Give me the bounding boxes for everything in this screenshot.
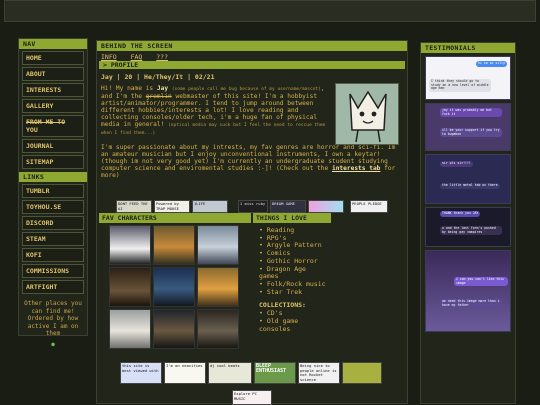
nav-journal[interactable]: JOURNAL bbox=[22, 139, 84, 153]
tab-faq[interactable]: FAQ bbox=[131, 53, 143, 61]
collections-title: COLLECTIONS: bbox=[259, 301, 306, 310]
link-toyhouse[interactable]: TOYHOU.SE bbox=[22, 200, 84, 214]
testimonial-screenshot: jay it was probably me but fuck it ill b… bbox=[425, 103, 511, 151]
badge-88x31[interactable]: DONT FEED THE AI bbox=[116, 200, 152, 213]
link-discord[interactable]: DISCORD bbox=[22, 216, 84, 230]
bio-paragraph-2: I'm super passionate about my intrests, … bbox=[97, 142, 407, 181]
chat-bubble: sir pls sir!!!! bbox=[440, 161, 473, 167]
chat-bubble: THANK thank you JAY bbox=[440, 211, 481, 217]
bio-name: Jay bbox=[156, 85, 169, 92]
bio-paragraph-1: Hi! My name is Jay (some people call me … bbox=[97, 83, 333, 139]
chat-bubble: i can you can't like this image bbox=[454, 277, 508, 287]
profile-meta: Jay | 20 | He/They/It | 02/21 bbox=[101, 73, 215, 81]
character-image bbox=[197, 225, 239, 265]
nav-home[interactable]: HOME bbox=[22, 51, 84, 65]
character-grid bbox=[109, 225, 251, 349]
link-commissions[interactable]: COMMISSIONS bbox=[22, 264, 84, 278]
bio-text: Hi! My name is bbox=[101, 85, 157, 92]
link-steam[interactable]: STEAM bbox=[22, 232, 84, 246]
chat-bubble: ill be your support if you try to bugabo… bbox=[440, 128, 502, 138]
list-item: Old game consoles bbox=[259, 317, 329, 333]
things-list: Reading RPG's Argyle Pattern Comics Goth… bbox=[253, 223, 331, 296]
character-image bbox=[109, 267, 151, 307]
avatar bbox=[335, 83, 399, 145]
chat-bubble: the little metal tab on there bbox=[440, 183, 500, 189]
main-panel: BEHIND THE SCREEN INFO FAQ ??? > PROFILE… bbox=[96, 40, 408, 404]
badge-88x31[interactable]: dj cool beats bbox=[208, 362, 252, 384]
character-image bbox=[109, 225, 151, 265]
things-i-love: THINGS I LOVE Reading RPG's Argyle Patte… bbox=[253, 213, 331, 333]
testimonials-panel: TESTIMONIALS hi im so silly I think they… bbox=[420, 42, 516, 404]
nav-title: NAV bbox=[19, 39, 87, 49]
link-kofi[interactable]: KOFI bbox=[22, 248, 84, 262]
links-note: Other places you can find me! Ordered by… bbox=[24, 300, 82, 337]
badge-88x31[interactable]: this site is best viewed with bbox=[120, 362, 162, 384]
nav-sitemap[interactable]: SITEMAP bbox=[22, 155, 84, 169]
testimonial-screenshot: sir pls sir!!!! the little metal tab on … bbox=[425, 154, 511, 204]
top-badge-row: DONT FEED THE AI Powered by TRAP MOUSE 1… bbox=[116, 200, 390, 214]
main-title: BEHIND THE SCREEN bbox=[97, 41, 407, 51]
tab-info[interactable]: INFO bbox=[101, 53, 117, 61]
badge-88x31[interactable]: DREAM GAME bbox=[270, 200, 306, 213]
chat-bubble: we need this image more than i have my f… bbox=[440, 299, 502, 309]
top-banner bbox=[4, 0, 536, 22]
bio-struck-word: gremlin bbox=[145, 93, 172, 100]
chat-bubble: jay it was probably me but fuck it bbox=[440, 108, 502, 118]
collections-list: CD's Old game consoles bbox=[253, 310, 331, 333]
badge-88x31[interactable] bbox=[308, 200, 344, 213]
avatar-drawing bbox=[336, 84, 398, 144]
badge-88x31[interactable]: 1LIFE bbox=[192, 200, 228, 213]
nav-you-label: YOU bbox=[26, 126, 38, 134]
fav-characters-title: FAV CHARACTERS bbox=[99, 213, 251, 223]
testimonial-screenshot: THANK thank you JAY u and the last form'… bbox=[425, 207, 511, 247]
profile-header: > PROFILE bbox=[99, 61, 405, 69]
badge-88x31[interactable]: BLEEP ENTHUSIAST bbox=[254, 362, 296, 384]
nav-from-me-to-you[interactable]: FROM ME TO YOU bbox=[22, 115, 84, 137]
badge-88x31[interactable]: Powered by TRAP MOUSE bbox=[154, 200, 190, 213]
nav-from-me-to-label: FROM ME TO bbox=[26, 118, 66, 126]
chat-bubble: hi im so silly bbox=[476, 61, 507, 67]
badge-88x31[interactable]: I miss ruby bbox=[238, 200, 268, 213]
chat-bubble: I think they should go to study on a new… bbox=[429, 79, 491, 92]
tab-bar: INFO FAQ ??? bbox=[97, 51, 407, 61]
badge-88x31[interactable]: PEOPLE PLEDGE bbox=[350, 200, 388, 213]
badge-88x31[interactable] bbox=[342, 362, 382, 384]
testimonials-title: TESTIMONIALS bbox=[421, 43, 515, 53]
testimonial-screenshot: hi im so silly I think they should go to… bbox=[425, 56, 511, 100]
nav-gallery[interactable]: GALLERY bbox=[22, 99, 84, 113]
character-image bbox=[153, 267, 195, 307]
character-image bbox=[197, 309, 239, 349]
character-image bbox=[109, 309, 151, 349]
nav-interests[interactable]: INTERESTS bbox=[22, 83, 84, 97]
bio-aside: (some people call me bug because of my u… bbox=[171, 87, 321, 92]
links-title: LINKS bbox=[19, 172, 87, 182]
fav-characters: FAV CHARACTERS bbox=[99, 213, 251, 349]
things-title: THINGS I LOVE bbox=[253, 213, 331, 223]
nav-about[interactable]: ABOUT bbox=[22, 67, 84, 81]
badge-88x31[interactable]: Being nice to people online is not Rocke… bbox=[298, 362, 340, 384]
character-image bbox=[153, 225, 195, 265]
list-item: Dragon Age games bbox=[259, 265, 329, 281]
badge-88x31[interactable]: I'm on neocities bbox=[164, 362, 206, 384]
testimonial-screenshot: i can you can't like this image we need … bbox=[425, 250, 511, 332]
list-item: Star Trek bbox=[259, 288, 329, 297]
nav-panel: NAV HOME ABOUT INTERESTS GALLERY FROM ME… bbox=[18, 38, 88, 347]
link-artfight[interactable]: ARTFIGHT bbox=[22, 280, 84, 294]
interests-tab-link[interactable]: interests tab bbox=[332, 165, 380, 172]
badge-88x31[interactable]: Explore PC MUSIC bbox=[232, 390, 272, 405]
bug-icon: ● bbox=[51, 340, 55, 348]
character-image bbox=[197, 267, 239, 307]
link-tumblr[interactable]: TUMBLR bbox=[22, 184, 84, 198]
tab-secret[interactable]: ??? bbox=[156, 53, 168, 61]
chat-bubble: u and the last form's pushed by being ga… bbox=[440, 226, 502, 236]
character-image bbox=[153, 309, 195, 349]
